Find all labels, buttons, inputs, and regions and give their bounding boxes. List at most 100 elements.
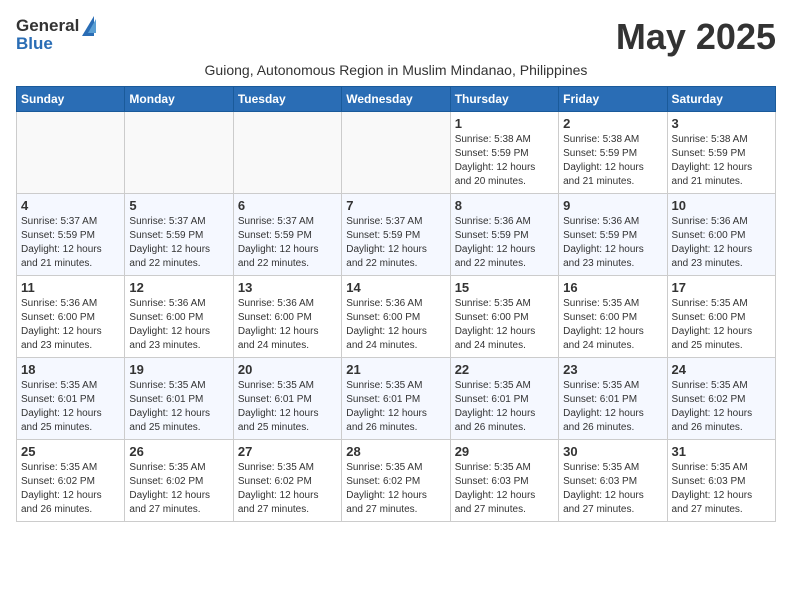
day-number: 30 bbox=[563, 444, 662, 459]
day-info: Sunrise: 5:35 AM Sunset: 6:02 PM Dayligh… bbox=[672, 379, 771, 435]
day-number: 19 bbox=[129, 362, 228, 377]
day-number: 25 bbox=[21, 444, 120, 459]
table-row: 4 Sunrise: 5:37 AM Sunset: 5:59 PM Daylig… bbox=[17, 194, 125, 276]
table-row: 11Sunrise: 5:36 AM Sunset: 6:00 PM Dayli… bbox=[17, 276, 125, 358]
day-info: Sunrise: 5:37 AM Sunset: 5:59 PM Dayligh… bbox=[346, 215, 445, 271]
day-number: 15 bbox=[455, 280, 554, 295]
table-row: 5 Sunrise: 5:37 AM Sunset: 5:59 PM Daylig… bbox=[125, 194, 233, 276]
day-info: Sunrise: 5:35 AM Sunset: 6:02 PM Dayligh… bbox=[129, 461, 228, 517]
col-tuesday: Tuesday bbox=[233, 87, 341, 112]
day-info: Sunrise: 5:37 AM Sunset: 5:59 PM Dayligh… bbox=[21, 215, 120, 271]
day-info: Sunrise: 5:35 AM Sunset: 6:01 PM Dayligh… bbox=[346, 379, 445, 435]
col-sunday: Sunday bbox=[17, 87, 125, 112]
day-info: Sunrise: 5:35 AM Sunset: 6:03 PM Dayligh… bbox=[672, 461, 771, 517]
calendar-week-row: 4 Sunrise: 5:37 AM Sunset: 5:59 PM Daylig… bbox=[17, 194, 776, 276]
table-row bbox=[342, 112, 450, 194]
table-row bbox=[17, 112, 125, 194]
day-number: 24 bbox=[672, 362, 771, 377]
day-number: 1 bbox=[455, 116, 554, 131]
table-row: 27 Sunrise: 5:35 AM Sunset: 6:02 PM Dayli… bbox=[233, 440, 341, 522]
day-number: 20 bbox=[238, 362, 337, 377]
table-row: 19 Sunrise: 5:35 AM Sunset: 6:01 PM Dayli… bbox=[125, 358, 233, 440]
table-row: 18 Sunrise: 5:35 AM Sunset: 6:01 PM Dayli… bbox=[17, 358, 125, 440]
table-row bbox=[233, 112, 341, 194]
table-row: 31Sunrise: 5:35 AM Sunset: 6:03 PM Dayli… bbox=[667, 440, 775, 522]
calendar-week-row: 18 Sunrise: 5:35 AM Sunset: 6:01 PM Dayli… bbox=[17, 358, 776, 440]
logo-blue-text: Blue bbox=[16, 34, 53, 53]
day-info: Sunrise: 5:35 AM Sunset: 6:02 PM Dayligh… bbox=[238, 461, 337, 517]
day-info: Sunrise: 5:36 AM Sunset: 6:00 PM Dayligh… bbox=[21, 297, 120, 353]
table-row: 2 Sunrise: 5:38 AM Sunset: 5:59 PM Daylig… bbox=[559, 112, 667, 194]
col-saturday: Saturday bbox=[667, 87, 775, 112]
table-row: 6 Sunrise: 5:37 AM Sunset: 5:59 PM Daylig… bbox=[233, 194, 341, 276]
day-number: 10 bbox=[672, 198, 771, 213]
day-number: 7 bbox=[346, 198, 445, 213]
logo: General Blue bbox=[16, 16, 96, 54]
day-info: Sunrise: 5:35 AM Sunset: 6:02 PM Dayligh… bbox=[346, 461, 445, 517]
day-info: Sunrise: 5:37 AM Sunset: 5:59 PM Dayligh… bbox=[238, 215, 337, 271]
day-info: Sunrise: 5:35 AM Sunset: 6:01 PM Dayligh… bbox=[129, 379, 228, 435]
day-number: 21 bbox=[346, 362, 445, 377]
table-row: 8 Sunrise: 5:36 AM Sunset: 5:59 PM Daylig… bbox=[450, 194, 558, 276]
table-row bbox=[125, 112, 233, 194]
table-row: 13Sunrise: 5:36 AM Sunset: 6:00 PM Dayli… bbox=[233, 276, 341, 358]
day-info: Sunrise: 5:35 AM Sunset: 6:00 PM Dayligh… bbox=[455, 297, 554, 353]
table-row: 14Sunrise: 5:36 AM Sunset: 6:00 PM Dayli… bbox=[342, 276, 450, 358]
table-row: 16Sunrise: 5:35 AM Sunset: 6:00 PM Dayli… bbox=[559, 276, 667, 358]
day-info: Sunrise: 5:35 AM Sunset: 6:01 PM Dayligh… bbox=[455, 379, 554, 435]
table-row: 7 Sunrise: 5:37 AM Sunset: 5:59 PM Daylig… bbox=[342, 194, 450, 276]
table-row: 10 Sunrise: 5:36 AM Sunset: 6:00 PM Dayli… bbox=[667, 194, 775, 276]
table-row: 17 Sunrise: 5:35 AM Sunset: 6:00 PM Dayli… bbox=[667, 276, 775, 358]
table-row: 26 Sunrise: 5:35 AM Sunset: 6:02 PM Dayli… bbox=[125, 440, 233, 522]
calendar-header-row: Sunday Monday Tuesday Wednesday Thursday… bbox=[17, 87, 776, 112]
day-info: Sunrise: 5:35 AM Sunset: 6:00 PM Dayligh… bbox=[672, 297, 771, 353]
day-number: 3 bbox=[672, 116, 771, 131]
day-info: Sunrise: 5:38 AM Sunset: 5:59 PM Dayligh… bbox=[563, 133, 662, 189]
table-row: 1 Sunrise: 5:38 AM Sunset: 5:59 PM Daylig… bbox=[450, 112, 558, 194]
day-info: Sunrise: 5:35 AM Sunset: 6:03 PM Dayligh… bbox=[455, 461, 554, 517]
day-number: 4 bbox=[21, 198, 120, 213]
day-info: Sunrise: 5:36 AM Sunset: 5:59 PM Dayligh… bbox=[563, 215, 662, 271]
day-number: 23 bbox=[563, 362, 662, 377]
table-row: 29 Sunrise: 5:35 AM Sunset: 6:03 PM Dayli… bbox=[450, 440, 558, 522]
day-info: Sunrise: 5:38 AM Sunset: 5:59 PM Dayligh… bbox=[455, 133, 554, 189]
day-number: 17 bbox=[672, 280, 771, 295]
day-info: Sunrise: 5:37 AM Sunset: 5:59 PM Dayligh… bbox=[129, 215, 228, 271]
day-number: 8 bbox=[455, 198, 554, 213]
table-row: 24 Sunrise: 5:35 AM Sunset: 6:02 PM Dayli… bbox=[667, 358, 775, 440]
day-info: Sunrise: 5:35 AM Sunset: 6:01 PM Dayligh… bbox=[21, 379, 120, 435]
calendar-week-row: 11Sunrise: 5:36 AM Sunset: 6:00 PM Dayli… bbox=[17, 276, 776, 358]
table-row: 22 Sunrise: 5:35 AM Sunset: 6:01 PM Dayli… bbox=[450, 358, 558, 440]
day-info: Sunrise: 5:35 AM Sunset: 6:02 PM Dayligh… bbox=[21, 461, 120, 517]
day-info: Sunrise: 5:36 AM Sunset: 6:00 PM Dayligh… bbox=[672, 215, 771, 271]
day-number: 27 bbox=[238, 444, 337, 459]
month-title: May 2025 bbox=[616, 16, 776, 58]
table-row: 20Sunrise: 5:35 AM Sunset: 6:01 PM Dayli… bbox=[233, 358, 341, 440]
day-number: 29 bbox=[455, 444, 554, 459]
col-thursday: Thursday bbox=[450, 87, 558, 112]
day-info: Sunrise: 5:35 AM Sunset: 6:03 PM Dayligh… bbox=[563, 461, 662, 517]
day-number: 9 bbox=[563, 198, 662, 213]
table-row: 3 Sunrise: 5:38 AM Sunset: 5:59 PM Daylig… bbox=[667, 112, 775, 194]
col-monday: Monday bbox=[125, 87, 233, 112]
page-header: General Blue May 2025 bbox=[16, 16, 776, 58]
day-info: Sunrise: 5:36 AM Sunset: 5:59 PM Dayligh… bbox=[455, 215, 554, 271]
day-number: 26 bbox=[129, 444, 228, 459]
day-number: 6 bbox=[238, 198, 337, 213]
logo-triangle2-icon bbox=[88, 19, 96, 33]
day-number: 2 bbox=[563, 116, 662, 131]
col-wednesday: Wednesday bbox=[342, 87, 450, 112]
calendar-table: Sunday Monday Tuesday Wednesday Thursday… bbox=[16, 86, 776, 522]
day-number: 16 bbox=[563, 280, 662, 295]
table-row: 25 Sunrise: 5:35 AM Sunset: 6:02 PM Dayli… bbox=[17, 440, 125, 522]
table-row: 23Sunrise: 5:35 AM Sunset: 6:01 PM Dayli… bbox=[559, 358, 667, 440]
day-info: Sunrise: 5:36 AM Sunset: 6:00 PM Dayligh… bbox=[238, 297, 337, 353]
day-info: Sunrise: 5:38 AM Sunset: 5:59 PM Dayligh… bbox=[672, 133, 771, 189]
col-friday: Friday bbox=[559, 87, 667, 112]
table-row: 21 Sunrise: 5:35 AM Sunset: 6:01 PM Dayli… bbox=[342, 358, 450, 440]
day-number: 22 bbox=[455, 362, 554, 377]
table-row: 30 Sunrise: 5:35 AM Sunset: 6:03 PM Dayli… bbox=[559, 440, 667, 522]
table-row: 9 Sunrise: 5:36 AM Sunset: 5:59 PM Daylig… bbox=[559, 194, 667, 276]
day-number: 5 bbox=[129, 198, 228, 213]
day-number: 18 bbox=[21, 362, 120, 377]
